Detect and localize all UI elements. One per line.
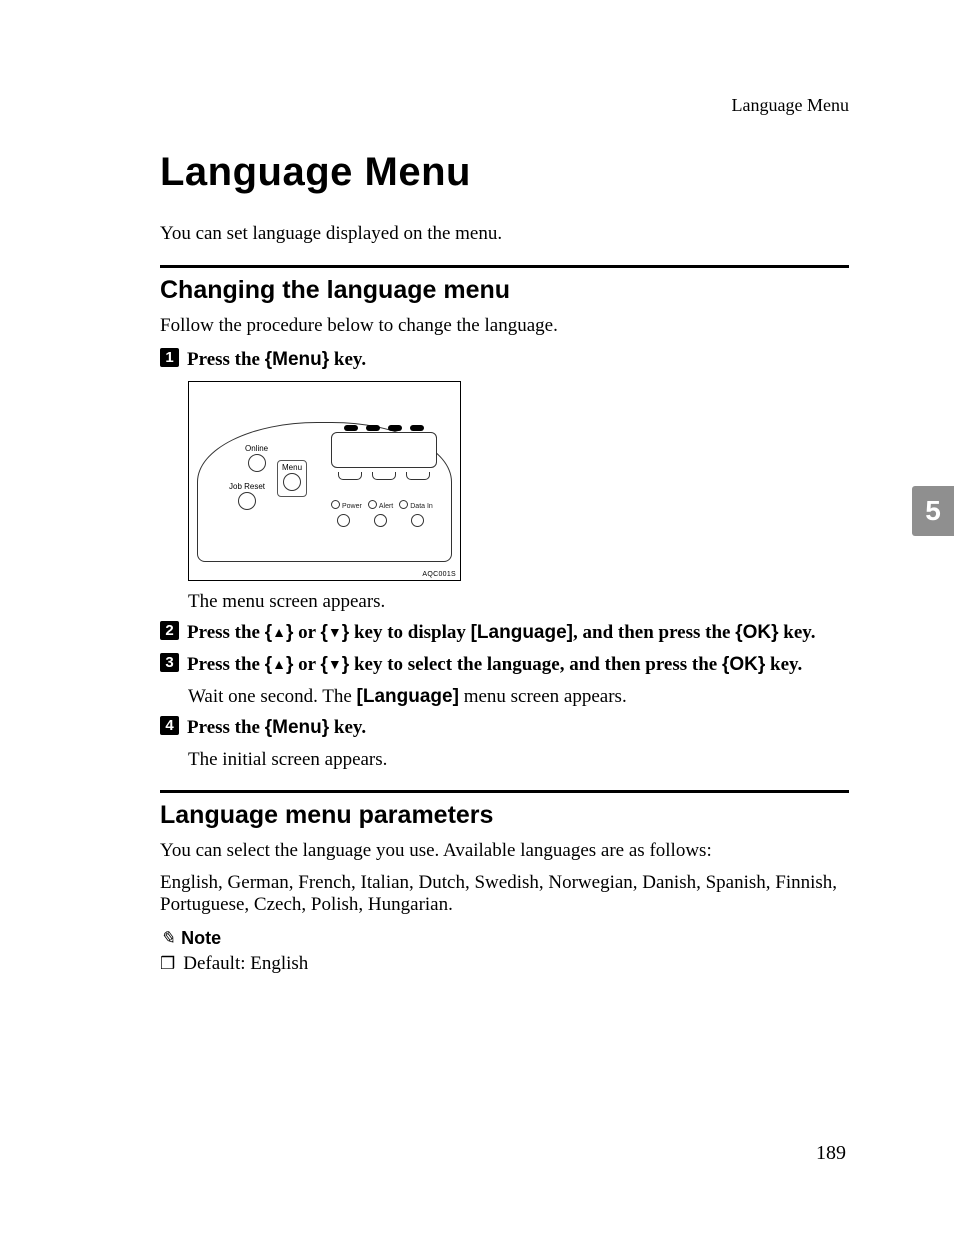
text: Press the — [187, 349, 265, 370]
intro-paragraph: You can set language displayed on the me… — [160, 223, 849, 245]
step-3-result: Wait one second. The [Language] menu scr… — [188, 684, 849, 710]
text: key. — [329, 349, 366, 370]
menu-key-label: Menu — [272, 349, 322, 370]
step-2: 2 Press the {▲} or {▼} key to display [L… — [160, 620, 849, 646]
lcd-tabs — [335, 472, 433, 484]
menu-button-label: Menu — [282, 463, 302, 472]
step-1-text: Press the {Menu} key. — [187, 347, 366, 373]
indicator-leds — [337, 514, 447, 527]
online-button-label: Online — [245, 444, 268, 453]
section-rule — [160, 790, 849, 793]
section-parameters: Language menu parameters You can select … — [160, 790, 849, 975]
bracket-open: { — [321, 622, 328, 643]
section-lead: Follow the procedure below to change the… — [160, 315, 849, 337]
down-arrow-icon: ▼ — [328, 655, 342, 674]
text: , and then press the — [573, 622, 735, 643]
text: Press the — [187, 622, 265, 643]
step-2-text: Press the {▲} or {▼} key to display [Lan… — [187, 620, 816, 646]
power-indicator-label: Power — [331, 500, 362, 510]
page-title: Language Menu — [160, 150, 849, 195]
job-reset-button-label: Job Reset — [229, 482, 265, 491]
step-3: 3 Press the {▲} or {▼} key to select the… — [160, 652, 849, 678]
page-number: 189 — [816, 1142, 846, 1165]
text: Press the — [187, 717, 265, 738]
parameters-p2: English, German, French, Italian, Dutch,… — [160, 872, 849, 916]
bracket-open: { — [265, 654, 272, 675]
job-reset-button: Job Reset — [229, 482, 265, 510]
step-4: 4 Press the {Menu} key. — [160, 715, 849, 741]
ok-key-label: OK — [743, 622, 772, 643]
language-label: [Language] — [471, 622, 573, 643]
language-label: [Language] — [357, 686, 459, 707]
note-label: Note — [181, 928, 221, 949]
manual-page: Language Menu Language Menu You can set … — [0, 0, 954, 1235]
step-4-result: The initial screen appears. — [188, 747, 849, 773]
bullet-icon: ❒ — [160, 953, 175, 975]
running-head: Language Menu — [160, 95, 849, 116]
text: or — [293, 654, 320, 675]
figure-code: AQC001S — [422, 571, 456, 578]
text: or — [293, 622, 320, 643]
menu-button-highlight: Menu — [277, 460, 307, 497]
note-heading: ✎ Note — [160, 928, 849, 949]
section-heading-changing: Changing the language menu — [160, 276, 849, 305]
lcd-screen — [331, 432, 437, 468]
bracket-open: { — [265, 622, 272, 643]
text: key. — [765, 654, 802, 675]
bracket-open: { — [735, 622, 742, 643]
step-number-icon: 2 — [160, 621, 179, 640]
circle-icon — [248, 454, 266, 472]
online-button: Online — [245, 444, 268, 472]
text: Wait one second. The — [188, 686, 357, 707]
step-number-icon: 1 — [160, 348, 179, 367]
step-1: 1 Press the {Menu} key. — [160, 347, 849, 373]
text: key to select the language, and then pre… — [349, 654, 722, 675]
note-text: Default: English — [183, 953, 308, 975]
text: key. — [329, 717, 366, 738]
text: key to display — [349, 622, 470, 643]
bracket-open: { — [321, 654, 328, 675]
lcd-top-dots — [341, 424, 427, 432]
section-heading-parameters: Language menu parameters — [160, 801, 849, 830]
down-arrow-icon: ▼ — [328, 623, 342, 642]
chapter-tab: 5 — [912, 486, 954, 536]
bracket-close: } — [771, 622, 778, 643]
circle-icon — [238, 492, 256, 510]
parameters-p1: You can select the language you use. Ava… — [160, 840, 849, 862]
circle-icon — [283, 473, 301, 491]
text: key. — [779, 622, 816, 643]
ok-key-label: OK — [729, 654, 758, 675]
indicator-labels: Power Alert Data In — [331, 500, 451, 510]
data-indicator-label: Data In — [399, 500, 433, 510]
step-number-icon: 4 — [160, 716, 179, 735]
menu-key-label: Menu — [272, 717, 322, 738]
pencil-icon: ✎ — [160, 928, 175, 949]
text: Press the — [187, 654, 265, 675]
text: menu screen appears. — [459, 686, 627, 707]
step-4-text: Press the {Menu} key. — [187, 715, 366, 741]
control-panel-figure: Power Alert Data In Online Menu Job Rese… — [188, 381, 461, 581]
step-3-text: Press the {▲} or {▼} key to select the l… — [187, 652, 802, 678]
up-arrow-icon: ▲ — [272, 623, 286, 642]
alert-indicator-label: Alert — [368, 500, 393, 510]
section-rule — [160, 265, 849, 268]
step-1-result: The menu screen appears. — [188, 589, 849, 615]
step-number-icon: 3 — [160, 653, 179, 672]
up-arrow-icon: ▲ — [272, 655, 286, 674]
note-item: ❒ Default: English — [160, 953, 849, 975]
